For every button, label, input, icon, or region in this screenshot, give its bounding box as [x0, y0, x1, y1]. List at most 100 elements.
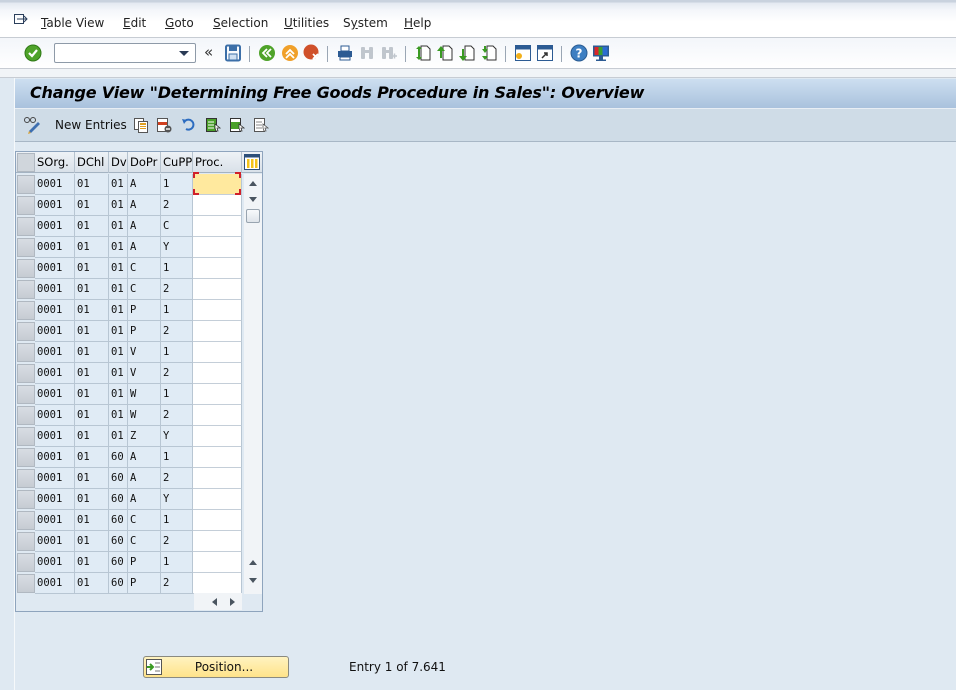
cell-proc-input[interactable] [193, 300, 242, 321]
horizontal-scrollbar[interactable] [194, 593, 242, 610]
cell-proc-input[interactable] [193, 384, 242, 405]
toolbar-separator [505, 46, 506, 62]
column-header-sorg[interactable]: SOrg. [35, 152, 75, 173]
exit-icon[interactable] [281, 44, 299, 62]
deselect-all-icon[interactable] [253, 117, 269, 133]
table-row: 0001 01 01 P 1 [16, 300, 242, 321]
row-selector[interactable] [17, 364, 35, 383]
cell-proc-input[interactable] [193, 573, 242, 594]
row-selector[interactable] [17, 406, 35, 425]
cell-proc-input[interactable] [193, 468, 242, 489]
cell-proc-input[interactable] [193, 489, 242, 510]
menu-utilities[interactable]: Utilities [284, 16, 329, 30]
cell-proc-input[interactable] [193, 195, 242, 216]
row-selector[interactable] [17, 574, 35, 593]
cell-proc-input[interactable] [193, 321, 242, 342]
cell-proc-input[interactable] [193, 426, 242, 447]
command-field-input[interactable] [55, 44, 175, 62]
row-selector[interactable] [17, 532, 35, 551]
row-selector[interactable] [17, 301, 35, 320]
menu-goto[interactable]: Goto [165, 16, 194, 30]
vertical-scrollbar[interactable] [244, 174, 262, 594]
copy-as-icon[interactable] [133, 117, 149, 133]
help-icon[interactable]: ? [570, 44, 588, 62]
position-button[interactable]: Position... [143, 656, 289, 678]
create-session-icon[interactable] [514, 44, 532, 62]
row-selector[interactable] [17, 280, 35, 299]
customize-layout-icon[interactable] [592, 44, 610, 62]
cell-dv: 01 [109, 216, 128, 237]
row-selector[interactable] [17, 175, 35, 194]
cell-sorg: 0001 [35, 468, 75, 489]
cell-proc-input[interactable] [193, 363, 242, 384]
first-page-icon[interactable] [414, 44, 432, 62]
chevron-down-icon[interactable] [179, 51, 189, 56]
row-selector[interactable] [17, 511, 35, 530]
column-header-proc[interactable]: Proc. [193, 152, 242, 173]
row-selector[interactable] [17, 196, 35, 215]
cell-proc-input[interactable] [193, 279, 242, 300]
row-selector[interactable] [17, 469, 35, 488]
cell-proc-input[interactable] [193, 237, 242, 258]
shortcut-icon[interactable] [536, 44, 554, 62]
undo-change-icon[interactable] [181, 117, 197, 133]
cell-proc-input[interactable] [193, 174, 242, 195]
cell-sorg: 0001 [35, 489, 75, 510]
row-selector[interactable] [17, 322, 35, 341]
scrollbar-thumb[interactable] [246, 209, 260, 223]
cell-proc-input[interactable] [193, 258, 242, 279]
column-header-dchl[interactable]: DChl [75, 152, 109, 173]
scroll-up-button[interactable] [247, 177, 259, 189]
next-page-icon[interactable] [458, 44, 476, 62]
column-header-cupp[interactable]: CuPP [161, 152, 193, 173]
enter-icon[interactable] [24, 44, 42, 62]
cell-proc-input[interactable] [193, 342, 242, 363]
menu-edit[interactable]: Edit [123, 16, 146, 30]
cell-proc-input[interactable] [193, 447, 242, 468]
scroll-page-down-button[interactable] [247, 193, 259, 205]
row-selector[interactable] [17, 343, 35, 362]
cancel-icon[interactable] [303, 44, 321, 62]
select-all-rows-button[interactable] [17, 153, 35, 172]
menu-system[interactable]: System [343, 16, 388, 30]
system-menu-icon[interactable] [14, 14, 28, 26]
back-icon[interactable] [258, 44, 276, 62]
previous-page-icon[interactable] [436, 44, 454, 62]
row-selector[interactable] [17, 217, 35, 236]
new-entries-button[interactable]: New Entries [23, 116, 127, 134]
scroll-left-icon[interactable] [212, 598, 217, 606]
column-header-dv[interactable]: Dv [109, 152, 128, 173]
row-selector[interactable] [17, 490, 35, 509]
scroll-right-icon[interactable] [230, 598, 235, 606]
print-icon[interactable] [336, 44, 354, 62]
cell-proc-input[interactable] [193, 405, 242, 426]
row-selector[interactable] [17, 259, 35, 278]
find-icon[interactable] [358, 44, 376, 62]
row-selector[interactable] [17, 553, 35, 572]
select-all-icon[interactable] [205, 117, 221, 133]
cell-proc-input[interactable] [193, 552, 242, 573]
cell-proc-input[interactable] [193, 216, 242, 237]
collapse-command-field-icon[interactable]: « [204, 44, 213, 60]
table-settings-icon[interactable] [244, 154, 260, 170]
last-page-icon[interactable] [480, 44, 498, 62]
find-next-icon[interactable] [380, 44, 398, 62]
scroll-page-up-button[interactable] [247, 556, 259, 568]
menu-selection[interactable]: Selection [213, 16, 268, 30]
display-change-icon[interactable] [23, 116, 43, 134]
cell-proc-input[interactable] [193, 510, 242, 531]
delete-icon[interactable] [156, 117, 172, 133]
row-selector[interactable] [17, 385, 35, 404]
scroll-down-button[interactable] [247, 574, 259, 586]
cell-proc-input[interactable] [193, 531, 242, 552]
menu-help[interactable]: Help [404, 16, 431, 30]
select-block-icon[interactable] [229, 117, 245, 133]
cell-dv: 01 [109, 195, 128, 216]
menu-table-view[interactable]: Table View [41, 16, 104, 30]
save-icon[interactable] [224, 44, 242, 62]
command-field[interactable] [54, 43, 196, 63]
row-selector[interactable] [17, 427, 35, 446]
column-header-dopr[interactable]: DoPr [128, 152, 161, 173]
row-selector[interactable] [17, 448, 35, 467]
row-selector[interactable] [17, 238, 35, 257]
